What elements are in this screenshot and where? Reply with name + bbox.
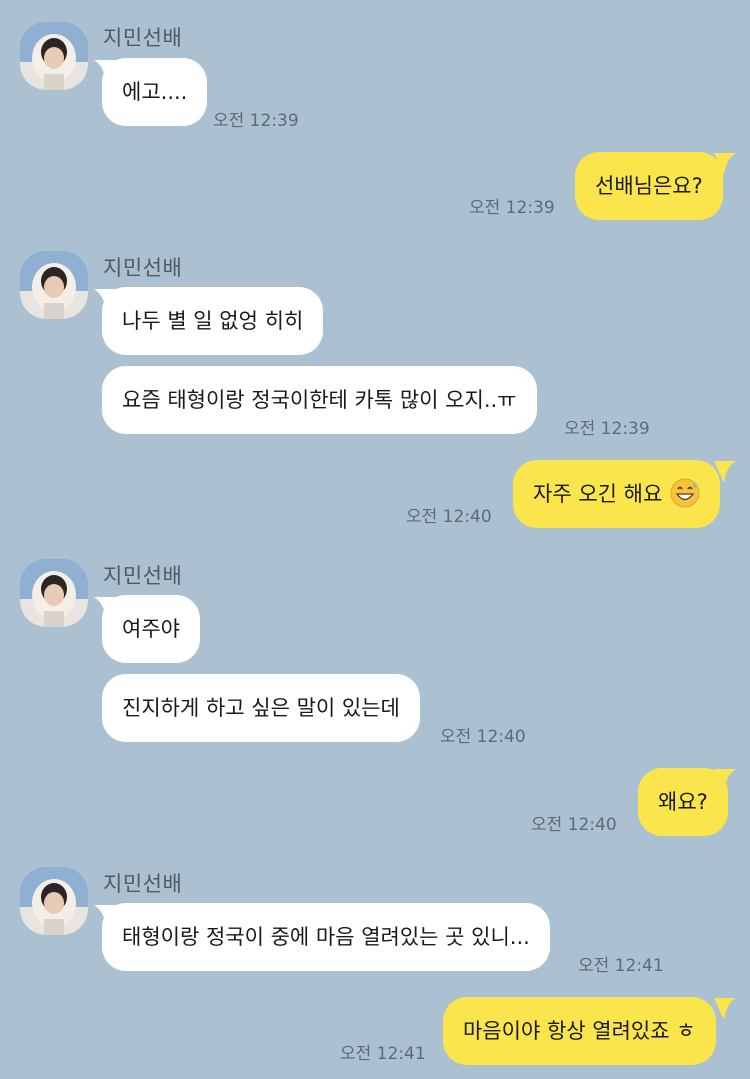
profile-photo-icon xyxy=(20,559,88,627)
chat-message-list[interactable]: 지민선배 에고.... 오전 12:39 오전 12:39 선배님은요? 지민선… xyxy=(0,0,750,1079)
profile-photo-icon xyxy=(20,251,88,319)
sender-name: 지민선배 xyxy=(103,564,183,588)
message-timestamp: 오전 12:39 xyxy=(213,111,299,131)
message-bubble[interactable]: 요즘 태형이랑 정국이한테 카톡 많이 오지..ㅠ xyxy=(102,366,537,434)
message-bubble[interactable]: 나두 별 일 없엉 히히 xyxy=(102,287,324,355)
profile-photo-icon xyxy=(20,867,88,935)
message-bubble[interactable]: 마음이야 항상 열려있죠 ㅎ xyxy=(443,997,716,1065)
message-bubble[interactable]: 에고.... xyxy=(102,58,208,126)
message-bubble[interactable]: 여주야 xyxy=(102,595,200,663)
message-timestamp: 오전 12:39 xyxy=(469,198,555,218)
message-timestamp: 오전 12:40 xyxy=(406,507,492,527)
message-timestamp: 오전 12:40 xyxy=(531,815,617,835)
bubble-tail xyxy=(714,769,736,791)
message-timestamp: 오전 12:39 xyxy=(564,419,650,439)
bubble-tail xyxy=(714,998,736,1020)
sender-avatar[interactable] xyxy=(20,559,88,627)
bubble-tail xyxy=(714,461,736,483)
message-bubble[interactable]: 진지하게 하고 싶은 말이 있는데 xyxy=(102,674,420,742)
sender-name: 지민선배 xyxy=(103,256,183,280)
sender-avatar[interactable] xyxy=(20,22,88,90)
grinning-sweat-emoji xyxy=(670,478,700,508)
message-bubble[interactable]: 자주 오긴 해요 xyxy=(513,460,721,528)
profile-photo-icon xyxy=(20,22,88,90)
sender-name: 지민선배 xyxy=(103,872,183,896)
sender-avatar[interactable] xyxy=(20,251,88,319)
sender-avatar[interactable] xyxy=(20,867,88,935)
message-timestamp: 오전 12:41 xyxy=(578,956,664,976)
message-timestamp: 오전 12:40 xyxy=(440,727,526,747)
message-timestamp: 오전 12:41 xyxy=(340,1044,426,1064)
message-text: 자주 오긴 해요 xyxy=(533,482,663,506)
message-bubble[interactable]: 선배님은요? xyxy=(575,152,723,220)
message-bubble[interactable]: 태형이랑 정국이 중에 마음 열려있는 곳 있니... xyxy=(102,903,550,971)
sender-name: 지민선배 xyxy=(103,26,183,50)
bubble-tail xyxy=(714,153,736,175)
